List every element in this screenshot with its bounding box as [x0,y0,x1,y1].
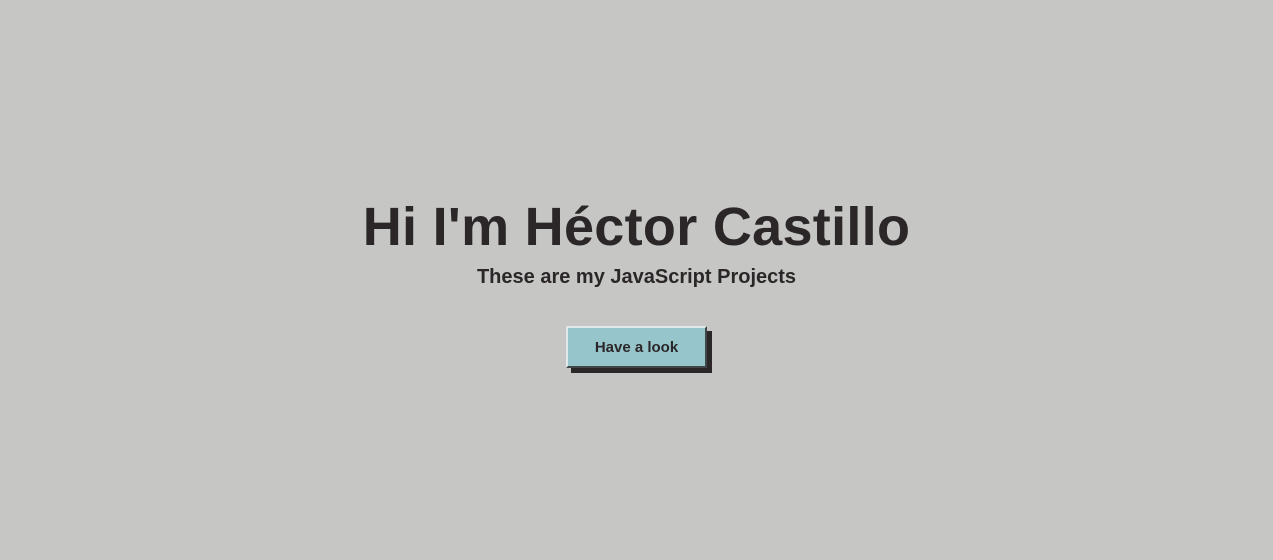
page-subtitle: These are my JavaScript Projects [476,266,797,288]
page-title: Hi I'm Héctor Castillo [362,197,911,257]
have-a-look-button[interactable]: Have a look [566,326,707,368]
hero-section: Hi I'm Héctor Castillo These are my Java… [0,190,1273,368]
